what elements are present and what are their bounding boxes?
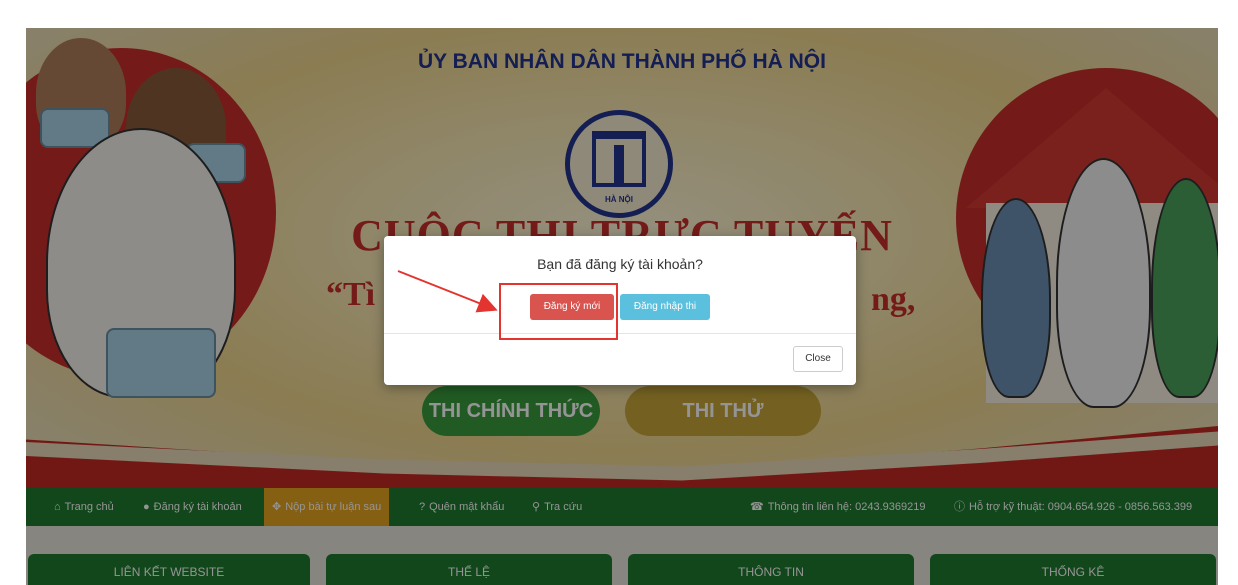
login-exam-button[interactable]: Đăng nhập thi [620, 294, 710, 320]
close-button[interactable]: Close [793, 346, 843, 372]
modal-question: Bạn đã đăng ký tài khoản? [537, 256, 703, 272]
annotation-highlight-box [499, 283, 618, 340]
screenshot-frame: ỦY BAN NHÂN DÂN THÀNH PHỐ HÀ NỘI HÀ NỘI … [0, 0, 1238, 585]
account-modal: Bạn đã đăng ký tài khoản? Đăng ký mới Đă… [384, 236, 856, 385]
modal-divider [384, 333, 856, 334]
